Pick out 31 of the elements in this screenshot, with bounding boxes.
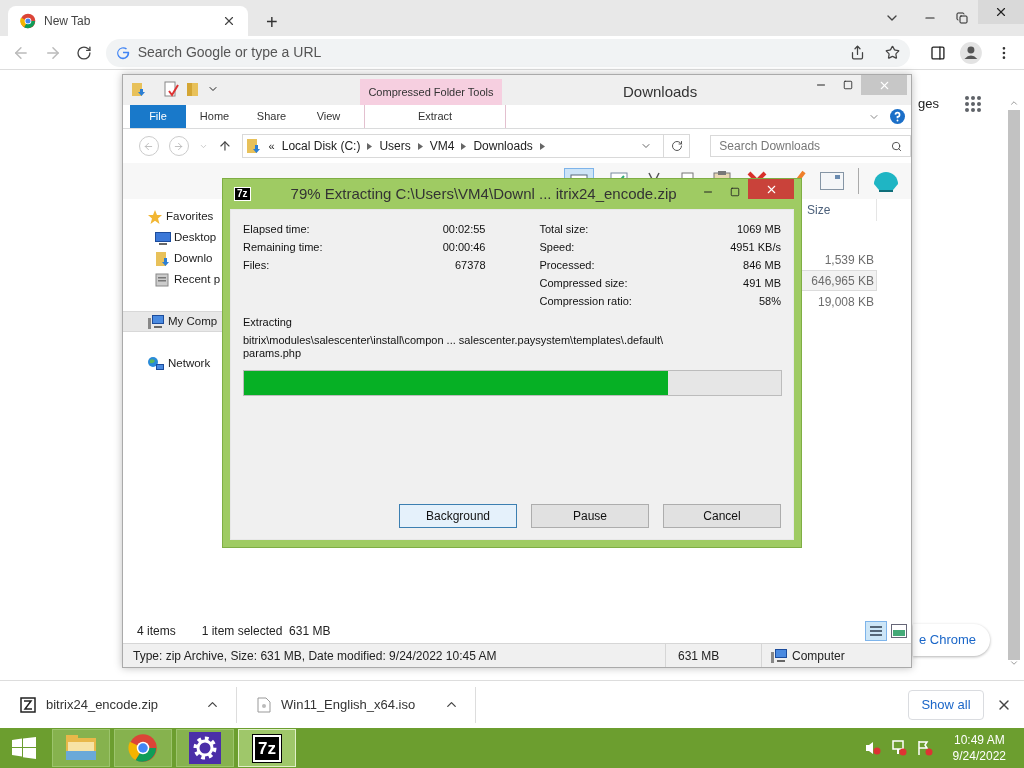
stat-value: 00:02:55 bbox=[442, 221, 486, 237]
item-count: 4 items bbox=[137, 623, 176, 640]
download-filename: Win11_English_x64.iso bbox=[281, 695, 417, 714]
stat-label: Speed: bbox=[539, 239, 575, 255]
file-size: 631 MB bbox=[677, 647, 721, 665]
stat-value: 00:00:46 bbox=[442, 239, 486, 255]
download-filename: bitrix24_encode.zip bbox=[46, 695, 160, 714]
stat-label: Compression ratio: bbox=[539, 293, 632, 309]
stat-label: Remaining time: bbox=[243, 239, 323, 255]
selection-info: 1 item selected 631 MB bbox=[201, 623, 331, 640]
window-title: Downloads bbox=[623, 82, 698, 102]
stat-value: 67378 bbox=[454, 257, 486, 273]
stat-value: 4951 KB/s bbox=[730, 239, 781, 255]
stat-label: Processed: bbox=[539, 257, 595, 273]
stat-label: Elapsed time: bbox=[243, 221, 310, 237]
stat-label: Compressed size: bbox=[539, 275, 628, 291]
context-tab-header: Compressed Folder Tools bbox=[360, 79, 502, 105]
location-label: Computer bbox=[792, 647, 845, 665]
tab-title: New Tab bbox=[44, 13, 92, 30]
section-label: Extracting bbox=[243, 315, 293, 330]
stat-label: Total size: bbox=[539, 221, 589, 237]
file-details: Type: zip Archive, Size: 631 MB, Date modified: 9/24/2022 10:45 AM bbox=[132, 647, 498, 665]
stat-value: 846 MB bbox=[743, 257, 781, 273]
stat-label: Files: bbox=[243, 257, 270, 273]
stat-value: 58% bbox=[758, 293, 781, 309]
dialog-title: 79% Extracting C:\Users\VM4\Downl ... itrix24_encode.zip bbox=[290, 183, 677, 204]
seven-zip-logo: 7z bbox=[234, 187, 251, 201]
seven-zip-logo: 7z bbox=[253, 734, 281, 762]
current-file-path: bitrix\modules\salescenter\install\compon ... salescenter.paysystem\templates\.default\ params.php bbox=[243, 334, 665, 360]
stat-value: 491 MB bbox=[743, 275, 781, 291]
stat-value: 1069 MB bbox=[736, 221, 781, 237]
